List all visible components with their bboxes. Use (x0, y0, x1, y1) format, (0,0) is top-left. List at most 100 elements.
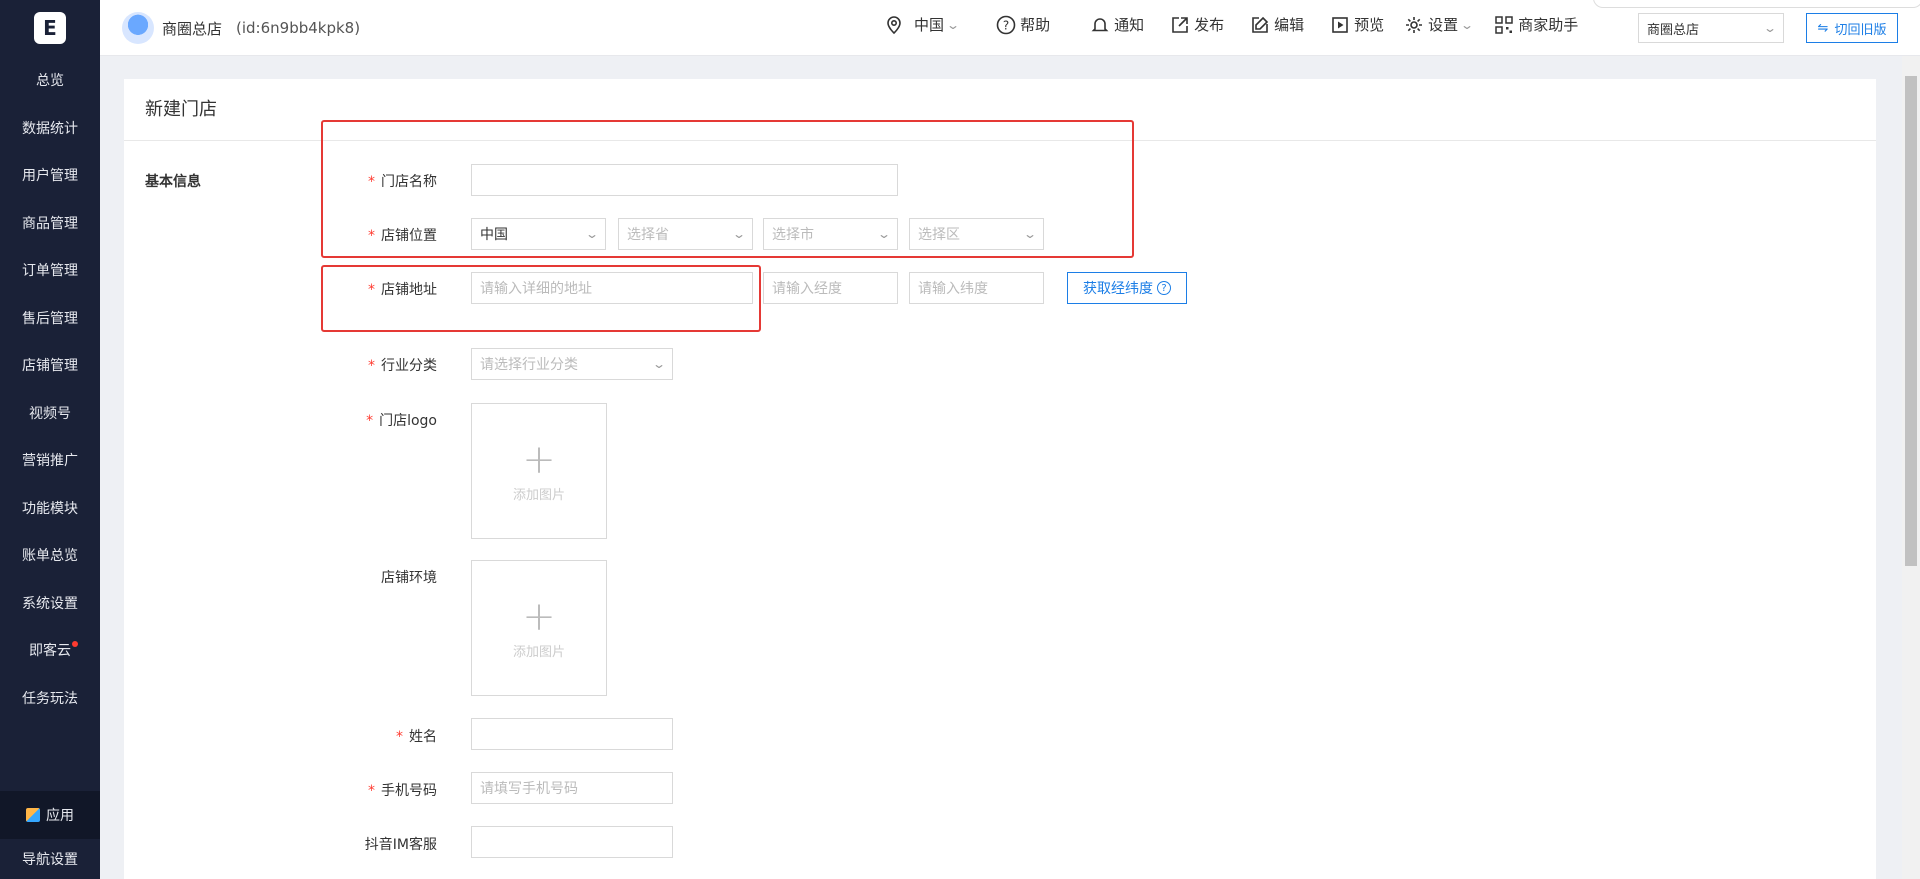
chevron-down-icon: ⌄ (651, 357, 667, 371)
environment-upload[interactable]: + 添加图片 (471, 560, 607, 696)
edit-button[interactable]: 编辑 (1250, 14, 1304, 35)
sidebar-item-after-sales[interactable]: 售后管理 (0, 294, 100, 342)
industry-select[interactable]: 请选择行业分类 ⌄ (471, 348, 673, 380)
highlight-box-top (321, 120, 1134, 258)
assistant-button[interactable]: 商家助手 (1494, 14, 1578, 35)
environment-label: 店铺环境 (277, 567, 437, 587)
notification-dot (72, 640, 78, 647)
publish-button[interactable]: 发布 (1170, 14, 1224, 35)
logo-area: E (0, 0, 100, 56)
plus-icon: + (522, 593, 556, 640)
assistant-label: 商家助手 (1518, 16, 1579, 34)
plus-icon: + (522, 436, 556, 483)
label-text: 行业分类 (381, 358, 437, 374)
publish-icon (1172, 16, 1188, 33)
im-input[interactable] (471, 826, 673, 858)
sidebar-bottom: 应用 导航设置 (0, 791, 100, 879)
bell-icon (1091, 17, 1109, 31)
sidebar-nav: 总览 数据统计 用户管理 商品管理 订单管理 售后管理 店铺管理 视频号 营销推… (0, 56, 100, 722)
sidebar-item-marketing[interactable]: 营销推广 (0, 437, 100, 485)
nav-settings-button[interactable]: 导航设置 (0, 839, 100, 879)
longitude-input[interactable]: 请输入经度 (763, 272, 898, 304)
sidebar-item-modules[interactable]: 功能模块 (0, 484, 100, 532)
store-brand: 商圈总店 (id:6n9bb4kpk8) (122, 12, 360, 44)
upload-label: 添加图片 (512, 644, 565, 660)
sidebar-item-users[interactable]: 用户管理 (0, 152, 100, 200)
required-mark: * (396, 729, 403, 745)
latitude-placeholder: 请输入纬度 (918, 281, 988, 297)
settings-button[interactable]: 设置 ⌄ (1404, 14, 1474, 35)
sidebar-item-bills[interactable]: 账单总览 (0, 532, 100, 580)
get-coordinates-label: 获取经纬度 (1083, 281, 1153, 297)
apps-button[interactable]: 应用 (0, 791, 100, 839)
label-text: 抖音IM客服 (364, 837, 437, 853)
app-logo[interactable]: E (34, 12, 66, 44)
region-label: 中国 (914, 16, 945, 34)
upload-label: 添加图片 (512, 487, 565, 503)
help-button[interactable]: ? 帮助 (996, 14, 1050, 35)
edit-label: 编辑 (1274, 16, 1305, 34)
section-label-basic: 基本信息 (145, 174, 201, 190)
label-text: 店铺环境 (381, 570, 437, 586)
switch-old-version-button[interactable]: ⇋ 切回旧版 (1806, 13, 1898, 43)
name-label: * 姓名 (277, 726, 437, 746)
store-id: (id:6n9bb4kpk8) (236, 19, 361, 37)
required-mark: * (368, 783, 375, 799)
required-mark: * (368, 358, 375, 374)
preview-label: 预览 (1354, 16, 1385, 34)
store-name: 商圈总店 (162, 19, 223, 38)
label-text: 门店logo (379, 413, 437, 429)
get-coordinates-button[interactable]: 获取经纬度 ? (1067, 272, 1187, 304)
chevron-down-icon: ⌄ (1762, 21, 1778, 35)
label-text: 手机号码 (381, 783, 437, 799)
region-selector[interactable]: 中国 ⌄ (884, 14, 961, 35)
question-icon: ? (1157, 281, 1171, 295)
logo-label: * 门店logo (277, 410, 437, 430)
sidebar-item-tasks[interactable]: 任务玩法 (0, 674, 100, 722)
scrollbar-thumb[interactable] (1905, 76, 1917, 566)
help-icon: ? (996, 15, 1016, 34)
sidebar-item-orders[interactable]: 订单管理 (0, 247, 100, 295)
sidebar-item-overview[interactable]: 总览 (0, 56, 100, 104)
sidebar-item-system-settings[interactable]: 系统设置 (0, 579, 100, 627)
industry-placeholder: 请选择行业分类 (480, 357, 578, 373)
highlight-box-address (321, 265, 761, 332)
chevron-down-icon: ⌄ (946, 17, 961, 32)
top-bar: 商圈总店 (id:6n9bb4kpk8) 中国 ⌄ ? 帮助 通知 发布 编辑 … (100, 0, 1920, 56)
sidebar-item-jikeyun[interactable]: 即客云 (0, 627, 100, 675)
notify-label: 通知 (1114, 16, 1145, 34)
preview-button[interactable]: 预览 (1330, 14, 1384, 35)
gear-icon (1406, 16, 1423, 33)
phone-input[interactable]: 请填写手机号码 (471, 772, 673, 804)
im-label: 抖音IM客服 (277, 834, 437, 854)
label-text: 姓名 (409, 729, 437, 745)
required-mark: * (366, 413, 374, 429)
svg-text:?: ? (1003, 18, 1009, 32)
sidebar-item-statistics[interactable]: 数据统计 (0, 104, 100, 152)
apps-label: 应用 (46, 808, 74, 824)
industry-label: * 行业分类 (277, 355, 437, 375)
store-select[interactable]: 商圈总店 ⌄ (1638, 13, 1784, 43)
edit-icon (1252, 16, 1269, 33)
page-scrollbar[interactable] (1902, 56, 1920, 879)
form-panel: 新建门店 基本信息 * 门店名称 * 店铺位置 中国 ⌄ 选择省 ⌄ 选择市 ⌄ 选… (124, 79, 1876, 879)
phone-label: * 手机号码 (277, 780, 437, 800)
popup-edge (1593, 0, 1920, 8)
settings-label: 设置 (1428, 16, 1459, 34)
sidebar-item-products[interactable]: 商品管理 (0, 199, 100, 247)
name-input[interactable] (471, 718, 673, 750)
sidebar-item-stores[interactable]: 店铺管理 (0, 342, 100, 390)
sidebar: E 总览 数据统计 用户管理 商品管理 订单管理 售后管理 店铺管理 视频号 营… (0, 0, 100, 879)
longitude-placeholder: 请输入经度 (772, 281, 842, 297)
sidebar-item-label: 即客云 (29, 643, 71, 660)
latitude-input[interactable]: 请输入纬度 (909, 272, 1044, 304)
logo-upload[interactable]: + 添加图片 (471, 403, 607, 539)
play-icon (1332, 16, 1348, 33)
top-actions: 中国 ⌄ ? 帮助 通知 发布 编辑 预览 设置 ⌄ 商家助手 (884, 14, 1578, 35)
phone-placeholder: 请填写手机号码 (480, 781, 578, 797)
sidebar-item-video[interactable]: 视频号 (0, 389, 100, 437)
old-version-label: 切回旧版 (1834, 22, 1887, 38)
help-label: 帮助 (1020, 16, 1051, 34)
swap-icon: ⇋ (1817, 20, 1829, 36)
notify-button[interactable]: 通知 (1090, 14, 1144, 35)
